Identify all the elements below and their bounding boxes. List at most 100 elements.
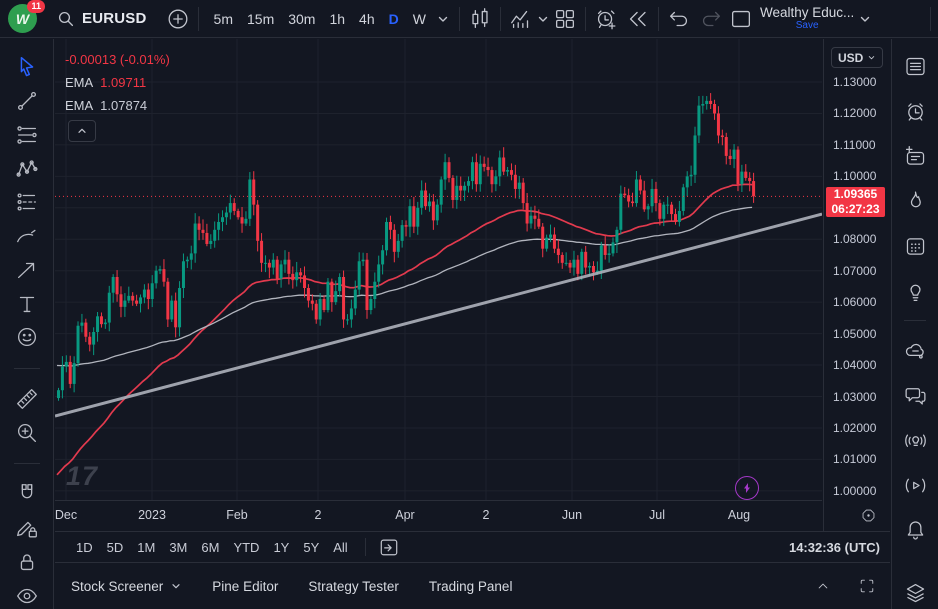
timeframe-1d[interactable]: D	[383, 7, 405, 31]
brush-tool-icon[interactable]	[10, 223, 44, 250]
time-axis[interactable]: Dec2023Feb2Apr2JunJulAug	[55, 500, 822, 531]
chart-style-candles-icon[interactable]	[467, 5, 493, 33]
notes-journal-icon[interactable]	[900, 143, 930, 169]
object-tree-layers-icon[interactable]	[900, 580, 930, 606]
fib-retracement-tool-icon[interactable]	[10, 121, 44, 148]
cursor-tool-icon[interactable]	[10, 54, 44, 81]
time-tick: Jul	[629, 508, 685, 522]
toolbar-divider	[930, 7, 931, 31]
time-tick: 2	[458, 508, 514, 522]
toolbar-divider	[585, 7, 586, 31]
sidebar-divider	[904, 320, 926, 321]
lock-all-drawings-icon[interactable]	[10, 548, 44, 575]
maximize-panel-icon[interactable]	[854, 572, 880, 600]
alerts-clock-icon[interactable]	[900, 98, 930, 124]
zoom-in-icon[interactable]	[10, 419, 44, 446]
trend-line-tool-icon[interactable]	[10, 88, 44, 115]
layout-box-icon[interactable]	[728, 5, 754, 33]
undo-icon[interactable]	[666, 5, 692, 33]
watchlist-icon[interactable]	[900, 53, 930, 79]
range-1y[interactable]: 1Y	[266, 537, 296, 558]
toolbar-divider	[459, 7, 460, 31]
price-tick: 1.11000	[833, 138, 876, 152]
redo-icon[interactable]	[698, 5, 724, 33]
xabcd-pattern-tool-icon[interactable]	[10, 155, 44, 182]
range-5d[interactable]: 5D	[100, 537, 131, 558]
layout-menu-chevron-icon[interactable]	[856, 5, 874, 33]
timeframe-1h[interactable]: 1h	[323, 7, 351, 31]
tradingview-app: W 11 EURUSD 5m 15m 30m 1h 4h D W	[0, 0, 938, 609]
economic-calendar-icon[interactable]	[900, 233, 930, 259]
magnet-icon[interactable]	[10, 481, 44, 508]
range-1m[interactable]: 1M	[130, 537, 162, 558]
multichart-layout-icon[interactable]	[552, 5, 578, 33]
tab-stock-screener[interactable]: Stock Screener	[71, 579, 182, 594]
range-1d[interactable]: 1D	[69, 537, 100, 558]
price-tick: 1.12000	[833, 106, 876, 120]
rangebar-divider	[365, 538, 366, 556]
candlestick-chart[interactable]	[55, 39, 822, 500]
axis-settings-gear-icon[interactable]	[860, 507, 877, 524]
timeframe-5m[interactable]: 5m	[208, 7, 239, 31]
chevron-down-icon	[170, 580, 182, 592]
hide-drawings-eye-icon[interactable]	[10, 582, 44, 609]
toolbar-divider	[14, 463, 40, 464]
last-price-value: 1.09365	[826, 187, 885, 202]
ideas-bulb-icon[interactable]	[900, 278, 930, 304]
currency-dropdown[interactable]: USD	[831, 47, 883, 68]
tab-trading-panel[interactable]: Trading Panel	[429, 579, 513, 594]
tab-strategy-tester[interactable]: Strategy Tester	[308, 579, 399, 594]
toolbar-divider	[658, 7, 659, 31]
range-ytd[interactable]: YTD	[226, 537, 266, 558]
last-price-label: 1.09365 06:27:23	[826, 187, 885, 217]
indicators-icon[interactable]	[508, 5, 534, 33]
boost-lightning-button[interactable]	[735, 476, 759, 500]
layout-title[interactable]: Wealthy Educ... Save	[760, 6, 854, 32]
create-alert-icon[interactable]	[593, 5, 619, 33]
legend-collapse-button[interactable]	[68, 120, 96, 142]
price-scale[interactable]: USD 1.13000 1.12000 1.11000 1.10000 1.08000 1…	[823, 39, 890, 531]
projection-tool-icon[interactable]	[10, 189, 44, 216]
range-3m[interactable]: 3M	[162, 537, 194, 558]
price-tick: 1.08000	[833, 232, 876, 246]
timeframe-menu-chevron-icon[interactable]	[434, 5, 452, 33]
price-tick: 1.02000	[833, 421, 876, 435]
timeframe-4h[interactable]: 4h	[353, 7, 381, 31]
time-tick: Dec	[38, 508, 94, 522]
arrow-tool-icon[interactable]	[10, 256, 44, 283]
expand-panel-chevron-up-icon[interactable]	[810, 572, 836, 600]
timeframe-1w[interactable]: W	[407, 7, 432, 31]
live-ideas-bulb-waves-icon[interactable]	[900, 427, 930, 453]
measure-ruler-icon[interactable]	[10, 386, 44, 413]
ema-slow-legend-row[interactable]: EMA 1.07874	[65, 94, 170, 117]
price-tick: 1.10000	[833, 169, 876, 183]
compare-add-icon[interactable]	[165, 5, 191, 33]
price-tick: 1.13000	[833, 75, 876, 89]
range-5y[interactable]: 5Y	[296, 537, 326, 558]
public-chat-cloud-icon[interactable]	[900, 337, 930, 363]
streams-play-icon[interactable]	[900, 472, 930, 498]
hotlists-flame-icon[interactable]	[900, 188, 930, 214]
bar-replay-icon[interactable]	[625, 5, 651, 33]
timeframe-15m[interactable]: 15m	[241, 7, 280, 31]
text-tool-icon[interactable]	[10, 290, 44, 317]
toolbar-divider	[500, 7, 501, 31]
range-all[interactable]: All	[326, 537, 354, 558]
time-tick: Aug	[711, 508, 767, 522]
emoji-tool-icon[interactable]	[10, 324, 44, 351]
range-6m[interactable]: 6M	[194, 537, 226, 558]
go-to-date-icon[interactable]	[376, 533, 402, 561]
notifications-bell-icon[interactable]	[900, 517, 930, 543]
ema-fast-value: 1.09711	[100, 75, 146, 90]
symbol-search-button[interactable]: EURUSD	[57, 10, 147, 28]
tab-pine-editor[interactable]: Pine Editor	[212, 579, 278, 594]
chart-pane[interactable]: -0.00013 (-0.01%) EMA 1.09711 EMA 1.0787…	[55, 39, 822, 500]
ema-fast-legend-row[interactable]: EMA 1.09711	[65, 71, 170, 94]
timeframe-30m[interactable]: 30m	[282, 7, 321, 31]
indicator-templates-chevron-icon[interactable]	[534, 5, 552, 33]
private-chats-icon[interactable]	[900, 382, 930, 408]
top-toolbar: W 11 EURUSD 5m 15m 30m 1h 4h D W	[0, 0, 938, 38]
utc-clock[interactable]: 14:32:36 (UTC)	[789, 540, 880, 555]
save-button[interactable]: Save	[796, 20, 819, 31]
user-avatar[interactable]: W 11	[8, 4, 37, 33]
